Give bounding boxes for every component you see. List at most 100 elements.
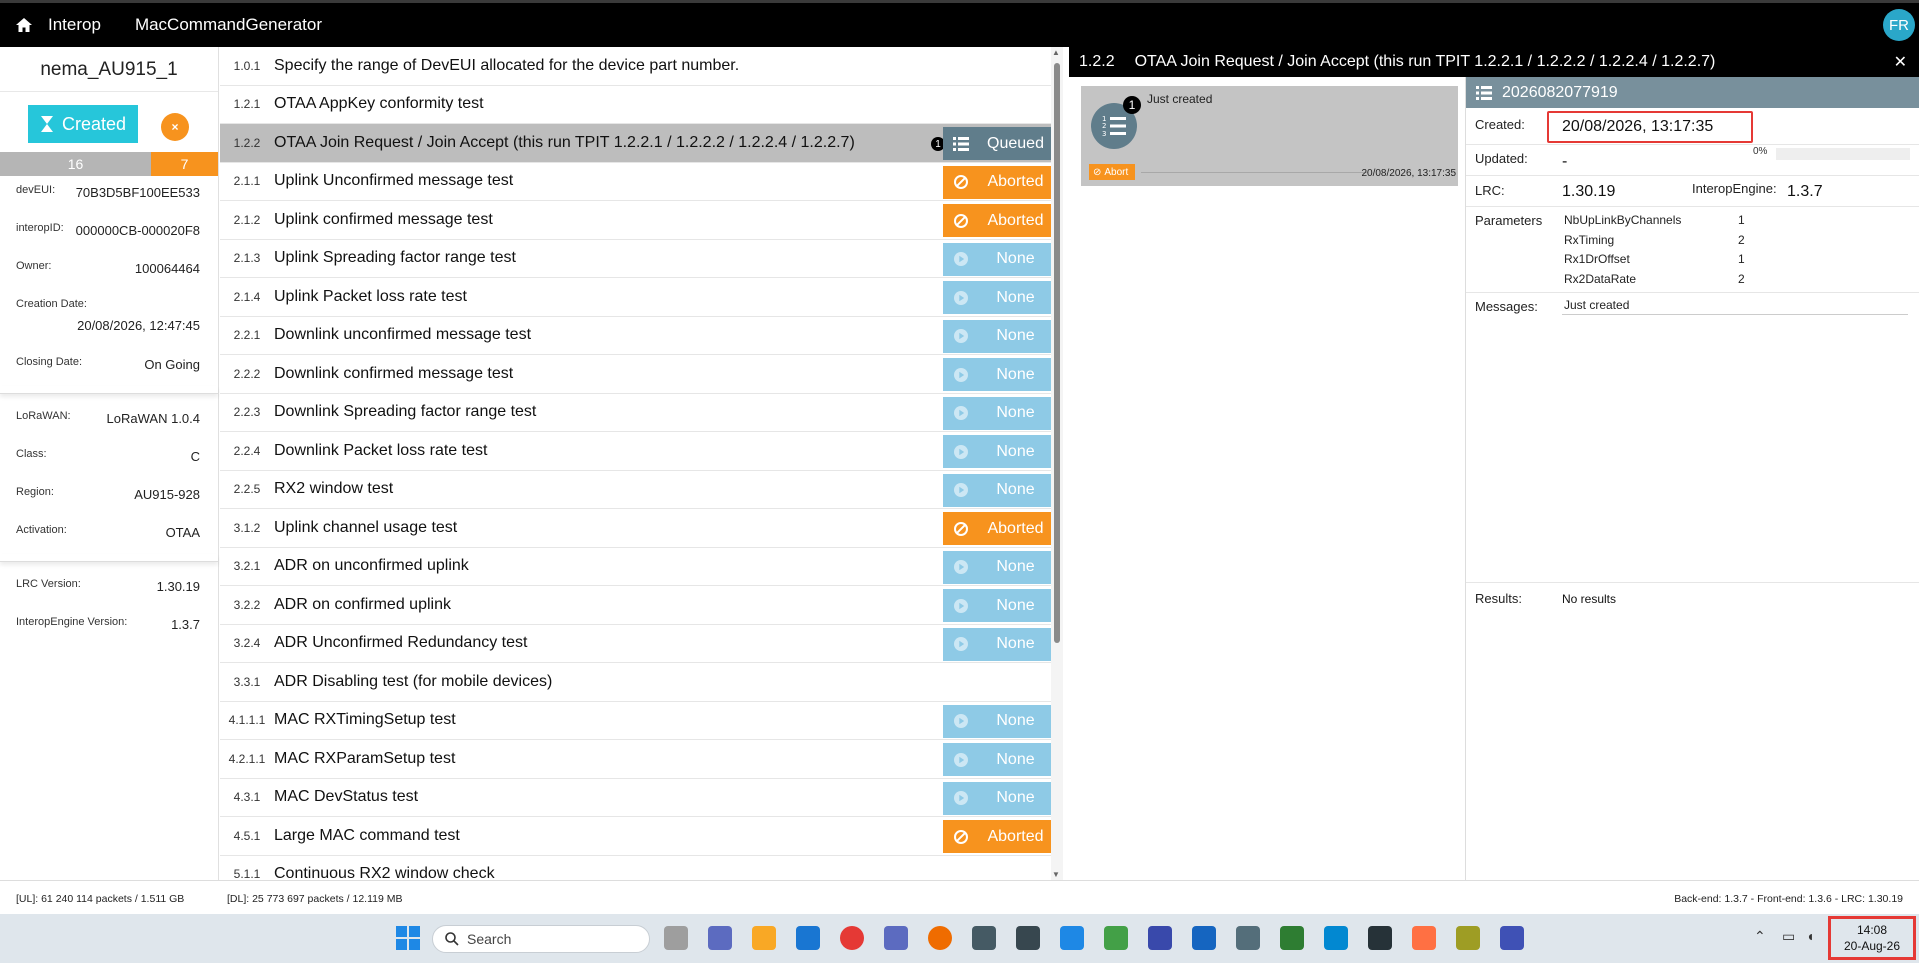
test-status-button[interactable]: None (943, 627, 1052, 661)
test-row[interactable]: 2.1.2 Uplink confirmed message test Aborte… (220, 201, 1052, 240)
version-info: Back-end: 1.3.7 - Front-end: 1.3.6 - LRC… (1674, 893, 1903, 905)
app-icon[interactable] (1104, 926, 1128, 950)
test-list-scrollbar[interactable]: ▲ ▼ (1051, 47, 1063, 880)
user-avatar[interactable]: FR (1883, 9, 1915, 41)
test-row[interactable]: 3.1.2 Uplink channel usage test Aborted (220, 509, 1052, 548)
copilot-icon[interactable] (708, 926, 732, 950)
test-status-button[interactable]: None (943, 589, 1052, 622)
test-row[interactable]: 4.1.1.1 MAC RXTimingSetup test None (220, 702, 1052, 740)
device-panel: nema_AU915_1 Created × 16 7 devEUI: 70B3D… (0, 47, 219, 880)
test-row[interactable]: 2.2.5 RX2 window test None (220, 471, 1052, 509)
field-label: Creation Date: (16, 298, 87, 310)
test-row[interactable]: 1.0.1 Specify the range of DevEUI allocat… (220, 47, 1052, 86)
test-row[interactable]: 5.1.1 Continuous RX2 window check (220, 856, 1052, 880)
abort-run-button[interactable]: ⊘ Abort (1089, 164, 1135, 180)
test-status-button[interactable]: Aborted (943, 165, 1052, 199)
test-row[interactable]: 3.2.1 ADR on unconfirmed uplink None (220, 548, 1052, 586)
test-row[interactable]: 1.2.2 OTAA Join Request / Join Accept (th… (220, 124, 1052, 163)
test-row[interactable]: 2.1.3 Uplink Spreading factor range test N… (220, 240, 1052, 278)
test-status-button[interactable]: None (943, 242, 1052, 276)
field-label: devEUI: (16, 184, 56, 196)
app-icon[interactable] (1016, 926, 1040, 950)
app-icon[interactable] (1500, 926, 1524, 950)
test-title: Continuous RX2 window check (274, 865, 495, 880)
test-row[interactable]: 4.2.1.1 MAC RXParamSetup test None (220, 740, 1052, 779)
scrollbar-thumb[interactable] (1054, 63, 1060, 643)
test-row[interactable]: 3.3.1 ADR Disabling test (for mobile devi… (220, 663, 1052, 702)
test-number: 3.2.2 (233, 597, 261, 612)
windows-start-icon[interactable] (396, 926, 420, 950)
test-status-button[interactable]: None (943, 704, 1052, 738)
test-row[interactable]: 4.5.1 Large MAC command test Aborted (220, 817, 1052, 856)
test-row[interactable]: 2.1.4 Uplink Packet loss rate test None (220, 278, 1052, 317)
test-number: 5.1.1 (233, 867, 261, 880)
test-status-button[interactable]: None (943, 396, 1052, 430)
count-left: 16 (0, 152, 151, 176)
cancel-icon (943, 829, 979, 845)
test-status-button[interactable]: None (943, 473, 1052, 507)
terminal-icon[interactable] (1368, 926, 1392, 950)
store-icon[interactable] (796, 926, 820, 950)
volume-icon[interactable]: ◖ (1806, 928, 1814, 944)
vscode-icon[interactable] (1192, 926, 1216, 950)
run-card[interactable]: 123 1 Just created ⊘ Abort 20/08/2026, 1… (1081, 86, 1458, 186)
test-title: ADR Unconfirmed Redundancy test (274, 634, 528, 652)
app-icon[interactable] (1280, 926, 1304, 950)
taskbar-search[interactable]: Search (432, 925, 650, 953)
test-status-button[interactable]: None (943, 319, 1052, 353)
created-status-button[interactable]: Created (28, 105, 138, 143)
chrome-icon[interactable] (840, 926, 864, 950)
file-explorer-icon[interactable] (752, 926, 776, 950)
run-list: 123 1 Just created ⊘ Abort 20/08/2026, 1… (1069, 77, 1465, 880)
test-status-button[interactable]: Queued (943, 127, 1052, 160)
test-status-button[interactable]: None (943, 781, 1052, 815)
scroll-up-icon[interactable]: ▲ (1052, 48, 1060, 57)
close-detail-icon[interactable]: ✕ (1894, 52, 1907, 72)
scroll-down-icon[interactable]: ▼ (1052, 870, 1060, 879)
nav-interop[interactable]: Interop (48, 15, 101, 35)
tray-chevron-icon[interactable]: ⌃ (1754, 928, 1766, 945)
test-status-button[interactable]: Aborted (943, 204, 1052, 237)
test-row[interactable]: 3.2.2 ADR on confirmed uplink None (220, 586, 1052, 625)
test-row[interactable]: 2.1.1 Uplink Unconfirmed message test Abor… (220, 163, 1052, 201)
teams-icon[interactable] (884, 926, 908, 950)
test-status-button[interactable]: Aborted (943, 512, 1052, 545)
firefox-icon[interactable] (928, 926, 952, 950)
test-title: Downlink unconfirmed message test (274, 326, 532, 344)
nav-maccommandgenerator[interactable]: MacCommandGenerator (135, 15, 322, 35)
test-row[interactable]: 2.2.3 Downlink Spreading factor range tes… (220, 394, 1052, 432)
test-row[interactable]: 2.2.2 Downlink confirmed message test None (220, 355, 1052, 394)
test-status-button[interactable]: None (943, 435, 1052, 468)
test-status-label: Aborted (987, 211, 1044, 229)
notepad-icon[interactable] (1060, 926, 1084, 950)
field-label: LoRaWAN: (16, 410, 71, 422)
java-icon[interactable] (1412, 926, 1436, 950)
app-icon[interactable] (1456, 926, 1480, 950)
test-status-button[interactable]: None (943, 550, 1052, 584)
test-number: 2.1.3 (233, 251, 261, 266)
play-icon (943, 290, 979, 306)
test-status-button[interactable]: None (943, 281, 1052, 314)
task-view-icon[interactable] (664, 926, 688, 950)
taskbar-clock[interactable]: 14:08 20-Aug-26 (1828, 916, 1916, 960)
test-row[interactable]: 4.3.1 MAC DevStatus test None (220, 779, 1052, 817)
app-icon[interactable] (1324, 926, 1348, 950)
parameter-item: RxTiming 2 (1564, 233, 1745, 253)
test-row[interactable]: 3.2.4 ADR Unconfirmed Redundancy test None (220, 625, 1052, 663)
test-status-button[interactable]: None (943, 358, 1052, 391)
network-icon[interactable]: ▭ (1782, 928, 1795, 945)
save-icon[interactable] (1148, 926, 1172, 950)
test-row[interactable]: 1.2.1 OTAA AppKey conformity test (220, 86, 1052, 124)
test-row[interactable]: 2.2.1 Downlink unconfirmed message test No… (220, 317, 1052, 355)
test-status-button[interactable]: None (943, 743, 1052, 776)
parameter-value: 2 (1738, 232, 1745, 247)
lrc-row: LRC: 1.30.19 InteropEngine: 1.3.7 (1466, 176, 1919, 207)
calculator-icon[interactable] (1236, 926, 1260, 950)
app-icon[interactable] (972, 926, 996, 950)
test-row[interactable]: 2.2.4 Downlink Packet loss rate test None (220, 432, 1052, 471)
close-device-button[interactable]: × (161, 113, 189, 141)
play-icon (943, 405, 979, 421)
home-icon[interactable] (0, 3, 48, 47)
test-status-button[interactable]: Aborted (943, 820, 1052, 853)
field-value: 1.30.19 (156, 579, 200, 594)
